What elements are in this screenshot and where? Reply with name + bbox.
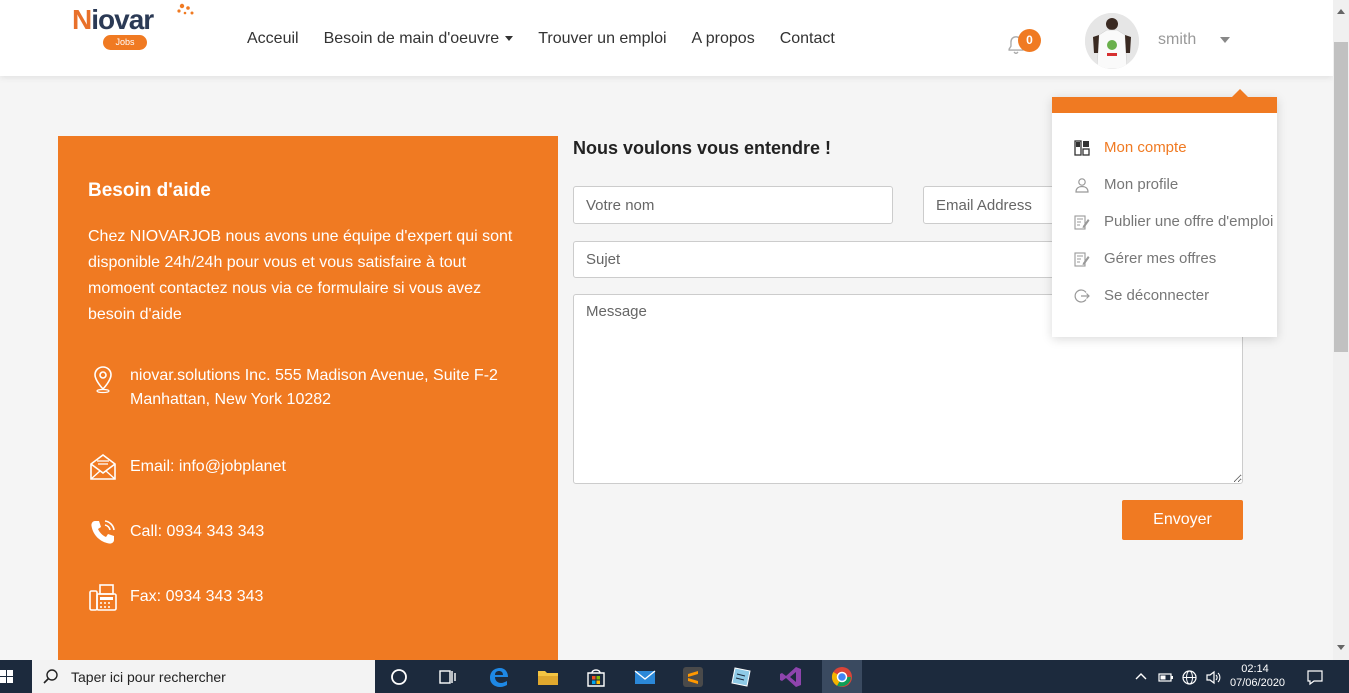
menu-item-deconnecter[interactable]: Se déconnecter bbox=[1074, 287, 1209, 304]
site-header: Niovar Jobs Acceuil Besoin de main d'oeu… bbox=[0, 0, 1333, 76]
menu-item-mon-profile[interactable]: Mon profile bbox=[1074, 176, 1178, 193]
dropdown-pointer bbox=[1232, 89, 1248, 97]
logo-wordmark: Niovar bbox=[72, 4, 154, 36]
notification-center-icon[interactable] bbox=[1306, 668, 1324, 686]
menu-item-label: Publier une offre d'emploi bbox=[1104, 213, 1274, 230]
store-icon[interactable] bbox=[583, 664, 609, 690]
battery-icon[interactable] bbox=[1158, 670, 1174, 684]
cortana-icon[interactable] bbox=[386, 664, 412, 690]
notepad-app-icon[interactable] bbox=[728, 664, 754, 690]
chevron-up-icon[interactable] bbox=[1134, 670, 1148, 684]
dropdown-header-bar bbox=[1052, 97, 1277, 113]
dashboard-icon bbox=[1074, 139, 1090, 156]
logo-badge: Jobs bbox=[103, 35, 147, 50]
scrollbar-thumb[interactable] bbox=[1334, 42, 1348, 352]
taskbar-search[interactable]: Taper ici pour rechercher bbox=[32, 660, 375, 693]
nav-item-accueil[interactable]: Acceuil bbox=[247, 30, 299, 48]
help-description: Chez NIOVARJOB nous avons une équipe d'e… bbox=[88, 228, 513, 323]
email-text: Email: info@jobplanet bbox=[130, 458, 286, 475]
logout-icon bbox=[1074, 288, 1090, 303]
chevron-down-icon[interactable] bbox=[1220, 37, 1230, 43]
site-logo[interactable]: Niovar Jobs bbox=[70, 2, 195, 54]
taskbar-clock[interactable]: 02:14 07/06/2020 bbox=[1230, 662, 1286, 690]
scroll-up-arrow-icon[interactable] bbox=[1337, 9, 1345, 14]
clock-time: 02:14 bbox=[1241, 663, 1269, 675]
menu-item-publier-offre[interactable]: Publier une offre d'emploi bbox=[1074, 213, 1273, 230]
browser-viewport: Niovar Jobs Acceuil Besoin de main d'oeu… bbox=[0, 0, 1333, 660]
windows-start-icon[interactable] bbox=[0, 660, 33, 693]
scroll-down-arrow-icon[interactable] bbox=[1337, 645, 1345, 650]
nav-item-besoin[interactable]: Besoin de main d'oeuvre bbox=[324, 30, 514, 48]
file-explorer-icon[interactable] bbox=[535, 664, 561, 690]
fax-icon bbox=[89, 584, 117, 611]
email-row: Email: info@jobplanet bbox=[88, 452, 530, 482]
nav-item-a-propos[interactable]: A propos bbox=[692, 30, 755, 48]
menu-item-mon-compte[interactable]: Mon compte bbox=[1074, 139, 1187, 156]
envelope-icon bbox=[90, 454, 116, 480]
edge-browser-icon[interactable] bbox=[486, 664, 512, 690]
menu-item-label: Gérer mes offres bbox=[1104, 250, 1217, 267]
edit-icon bbox=[1074, 251, 1090, 267]
call-row: Call: 0934 343 343 bbox=[88, 517, 530, 547]
taskbar-search-placeholder: Taper ici pour rechercher bbox=[71, 669, 226, 685]
help-panel: Besoin d'aide Chez NIOVARJOB nous avons … bbox=[58, 136, 558, 660]
sublime-text-icon[interactable] bbox=[680, 664, 706, 690]
user-dropdown-menu: Mon compte Mon profile Publier une offre… bbox=[1052, 89, 1277, 337]
logo-letter: N bbox=[72, 4, 92, 35]
edit-icon bbox=[1074, 214, 1090, 230]
search-icon bbox=[43, 669, 58, 684]
page-scrollbar[interactable] bbox=[1333, 0, 1349, 660]
menu-item-label: Se déconnecter bbox=[1104, 287, 1210, 304]
fax-row: Fax: 0934 343 343 bbox=[88, 582, 530, 612]
network-globe-icon[interactable] bbox=[1181, 669, 1198, 686]
nav-item-label: Besoin de main d'oeuvre bbox=[323, 30, 500, 47]
avatar-image bbox=[1085, 13, 1139, 69]
logo-dots-icon bbox=[177, 3, 194, 15]
windows-taskbar: Taper ici pour rechercher 02:14 07/06/20… bbox=[0, 660, 1349, 693]
caret-down-icon bbox=[505, 36, 514, 42]
address-row: niovar.solutions Inc. 555 Madison Avenue… bbox=[88, 364, 530, 412]
help-title: Besoin d'aide bbox=[88, 180, 211, 201]
visual-studio-icon[interactable] bbox=[778, 664, 804, 690]
menu-item-label: Mon profile bbox=[1104, 176, 1179, 193]
clock-date: 07/06/2020 bbox=[1230, 677, 1286, 689]
location-pin-icon bbox=[94, 366, 112, 394]
user-icon bbox=[1075, 177, 1089, 193]
address-text: niovar.solutions Inc. 555 Madison Avenue… bbox=[130, 367, 498, 408]
avatar[interactable] bbox=[1085, 13, 1139, 69]
phone-icon bbox=[91, 520, 115, 544]
logo-word: iovar bbox=[91, 4, 154, 35]
mail-icon[interactable] bbox=[632, 664, 658, 690]
nav-item-trouver-emploi[interactable]: Trouver un emploi bbox=[538, 30, 666, 48]
chrome-icon[interactable] bbox=[829, 664, 855, 690]
username[interactable]: smith bbox=[1158, 31, 1196, 49]
name-input[interactable] bbox=[573, 186, 893, 224]
fax-text: Fax: 0934 343 343 bbox=[130, 588, 264, 605]
form-title: Nous voulons vous entendre ! bbox=[573, 138, 832, 158]
menu-item-gerer-offres[interactable]: Gérer mes offres bbox=[1074, 250, 1216, 267]
volume-icon[interactable] bbox=[1205, 669, 1222, 686]
task-view-icon[interactable] bbox=[434, 664, 460, 690]
menu-item-label: Mon compte bbox=[1104, 139, 1187, 156]
call-text: Call: 0934 343 343 bbox=[130, 523, 265, 540]
nav-item-contact[interactable]: Contact bbox=[780, 30, 835, 48]
main-nav: Acceuil Besoin de main d'oeuvre Trouver … bbox=[247, 30, 860, 48]
send-button[interactable]: Envoyer bbox=[1122, 500, 1243, 540]
notification-badge: 0 bbox=[1018, 29, 1041, 52]
